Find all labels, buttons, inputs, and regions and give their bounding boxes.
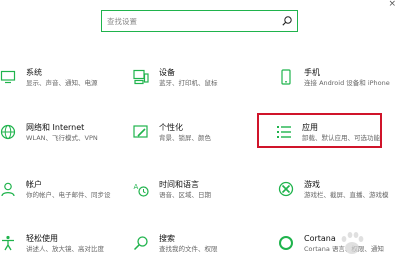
search-icon[interactable] — [281, 15, 293, 27]
tile-title: 手机 — [304, 68, 320, 77]
devices-icon — [133, 69, 149, 85]
search-box[interactable]: 查找设置 — [101, 10, 298, 32]
tile-title: Cortana — [304, 234, 336, 243]
tile-title: 系统 — [26, 68, 42, 77]
ease-of-access-icon — [0, 235, 16, 251]
tile-subtitle: 显示、声音、通知、电源 — [26, 79, 98, 87]
tile-title: 游戏 — [304, 180, 320, 189]
tile-gaming[interactable]: 游戏 游戏栏、截屏、直播、游戏模 — [278, 180, 398, 208]
window-close-button[interactable]: × — [388, 0, 396, 9]
tile-network[interactable]: 网络和 Internet WLAN、飞行模式、VPN — [0, 123, 125, 151]
globe-icon — [0, 124, 16, 140]
highlight-box — [257, 113, 382, 148]
tile-title: 时间和语言 — [159, 180, 199, 189]
monitor-icon — [0, 69, 16, 85]
tile-title: 帐户 — [26, 180, 42, 189]
tile-phone[interactable]: 手机 连接 Android 设备和 iPhone — [278, 68, 398, 96]
svg-text:A: A — [134, 183, 139, 191]
account-icon — [0, 181, 16, 197]
search-icon — [133, 235, 149, 251]
tile-subtitle: 你的帐户、电子邮件、同步设 — [26, 191, 111, 199]
tile-subtitle: 语音、区域、日期 — [159, 191, 211, 199]
watermark-paw-icon — [341, 232, 364, 254]
tile-title: 网络和 Internet — [26, 123, 85, 132]
tile-title: 设备 — [159, 68, 175, 77]
tile-subtitle: 蓝牙、打印机、鼠标 — [159, 79, 218, 87]
phone-icon — [278, 69, 294, 85]
time-language-icon: A — [133, 181, 149, 197]
search-input[interactable]: 查找设置 — [107, 16, 281, 27]
tile-subtitle: 游戏栏、截屏、直播、游戏模 — [304, 191, 389, 199]
tile-search[interactable]: 搜索 查找我的文件、权限 — [133, 234, 258, 262]
xbox-icon — [278, 181, 294, 197]
tile-accounts[interactable]: 帐户 你的帐户、电子邮件、同步设 — [0, 180, 125, 208]
cortana-icon — [278, 235, 294, 251]
tile-title: 搜索 — [159, 234, 175, 243]
tile-title: 个性化 — [159, 123, 183, 132]
tile-subtitle: 查找我的文件、权限 — [159, 245, 218, 253]
personalization-icon — [133, 124, 149, 140]
tile-system[interactable]: 系统 显示、声音、通知、电源 — [0, 68, 125, 96]
tile-subtitle: 讲述人、放大镜、高对比度 — [26, 245, 104, 253]
tile-personalization[interactable]: 个性化 背景、锁屏、颜色 — [133, 123, 258, 151]
tile-ease-of-access[interactable]: 轻松使用 讲述人、放大镜、高对比度 — [0, 234, 125, 262]
tile-title: 轻松使用 — [26, 234, 58, 243]
tile-subtitle: WLAN、飞行模式、VPN — [26, 134, 98, 142]
tile-subtitle: 连接 Android 设备和 iPhone — [304, 79, 390, 87]
tile-subtitle: 背景、锁屏、颜色 — [159, 134, 211, 142]
tile-time-language[interactable]: A 时间和语言 语音、区域、日期 — [133, 180, 258, 208]
tile-devices[interactable]: 设备 蓝牙、打印机、鼠标 — [133, 68, 258, 96]
